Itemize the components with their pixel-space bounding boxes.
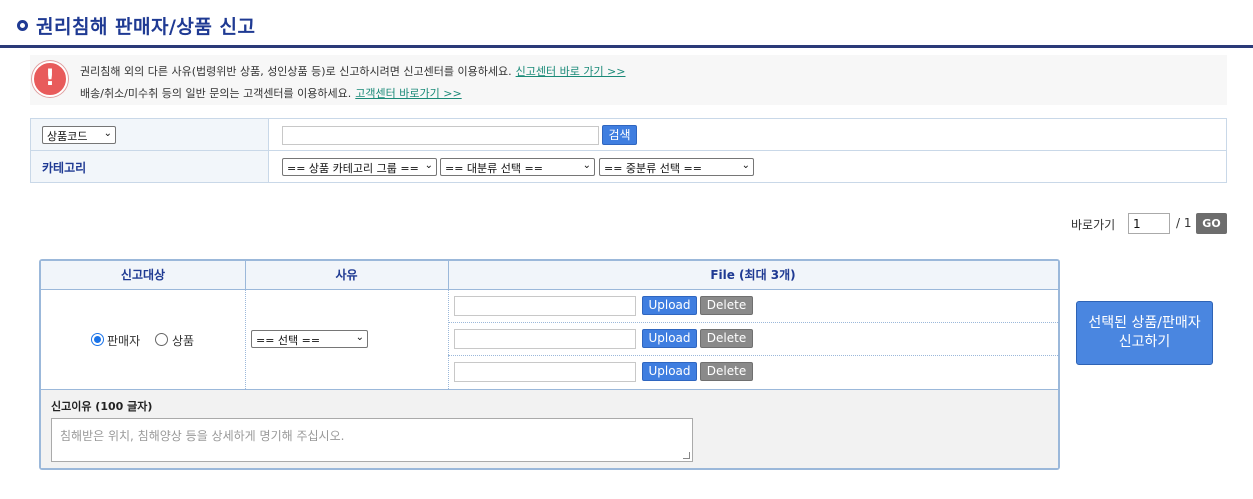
title-bar: 권리침해 판매자/상품 신고 [0, 0, 1253, 48]
file-input-3[interactable] [454, 362, 636, 382]
chevron-down-icon: ⌄ [355, 332, 364, 343]
divider [448, 290, 449, 389]
customer-center-link[interactable]: 고객센터 바로가기 >> [355, 87, 461, 100]
report-header: 신고대상 사유 File (최대 3개) [41, 261, 1058, 290]
product-code-input[interactable] [282, 126, 599, 145]
product-radio[interactable] [155, 333, 168, 346]
notice-text-1: 권리침해 외의 다른 사유(법령위반 상품, 성인상품 등)로 신고하시려면 신… [80, 65, 512, 78]
major-category-select[interactable]: == 대분류 선택 == ⌄ [440, 158, 595, 176]
report-center-link[interactable]: 신고센터 바로 가기 >> [516, 65, 626, 78]
category-label-cell: 카테고리 [31, 151, 269, 182]
middle-category-value: == 중분류 선택 == [604, 162, 702, 175]
search-row-category: 카테고리 == 상품 카테고리 그룹 == ⌄ == 대분류 선택 == ⌄ == … [31, 151, 1226, 182]
reason-textarea[interactable]: 침해받은 위치, 침해양상 등을 상세하게 명기해 주십시오. [51, 418, 693, 462]
divider [448, 355, 1058, 356]
report-form: 신고대상 사유 File (최대 3개) 판매자 상품 == 선택 == ⌄ Up… [39, 259, 1060, 470]
code-type-select[interactable]: 상품코드 ⌄ [42, 126, 116, 144]
submit-report-button[interactable]: 선택된 상품/판매자 신고하기 [1076, 301, 1213, 365]
notice-line-2: 배송/취소/미수취 등의 일반 문의는 고객센터를 이용하세요. 고객센터 바로가… [80, 85, 462, 101]
seller-radio[interactable] [91, 333, 104, 346]
category-group-value: == 상품 카테고리 그룹 == [287, 162, 419, 175]
notice-box: ! 권리침해 외의 다른 사유(법령위반 상품, 성인상품 등)로 신고하시려면… [30, 55, 1227, 105]
category-label: 카테고리 [42, 161, 87, 175]
chevron-down-icon: ⌄ [741, 160, 750, 171]
upload-button-1[interactable]: Upload [642, 296, 697, 315]
alert-icon: ! [32, 61, 68, 97]
divider [245, 261, 246, 290]
code-type-value: 상품코드 [47, 130, 88, 143]
reason-title: 신고이유 (100 글자) [51, 400, 153, 413]
page-title: 권리침해 판매자/상품 신고 [36, 16, 256, 38]
search-button[interactable]: 검색 [602, 125, 637, 145]
submit-label-line-2: 신고하기 [1118, 334, 1171, 350]
notice-text-2: 배송/취소/미수취 등의 일반 문의는 고객센터를 이용하세요. [80, 87, 352, 100]
go-button[interactable]: GO [1196, 213, 1227, 234]
bullet-icon [17, 20, 28, 31]
delete-button-2[interactable]: Delete [700, 329, 753, 348]
col-file-header: File (최대 3개) [710, 268, 796, 282]
middle-category-select[interactable]: == 중분류 선택 == ⌄ [599, 158, 754, 176]
divider [448, 322, 1058, 323]
submit-label-line-1: 선택된 상품/판매자 [1088, 315, 1201, 331]
notice-line-1: 권리침해 외의 다른 사유(법령위반 상품, 성인상품 등)로 신고하시려면 신… [80, 63, 626, 79]
divider [448, 261, 449, 290]
search-label-cell: 상품코드 ⌄ [31, 119, 269, 150]
reason-section: 신고이유 (100 글자) 침해받은 위치, 침해양상 등을 상세하게 명기해 … [41, 389, 1058, 468]
goto-label: 바로가기 [1071, 218, 1116, 232]
chevron-down-icon: ⌄ [103, 128, 112, 139]
seller-radio-label: 판매자 [107, 334, 141, 348]
upload-button-3[interactable]: Upload [642, 362, 697, 381]
delete-button-1[interactable]: Delete [700, 296, 753, 315]
chevron-down-icon: ⌄ [424, 160, 433, 171]
major-category-value: == 대분류 선택 == [445, 162, 543, 175]
delete-button-3[interactable]: Delete [700, 362, 753, 381]
reason-select[interactable]: == 선택 == ⌄ [251, 330, 368, 348]
col-target-header: 신고대상 [120, 268, 166, 282]
product-radio-label: 상품 [172, 334, 195, 348]
search-table: 상품코드 ⌄ 검색 카테고리 == 상품 카테고리 그룹 == ⌄ == 대분류 선… [30, 118, 1227, 183]
chevron-down-icon: ⌄ [582, 160, 591, 171]
file-input-1[interactable] [454, 296, 636, 316]
col-reason-header: 사유 [335, 268, 358, 282]
resize-handle-icon[interactable] [683, 452, 690, 459]
page-total: / 1 [1176, 216, 1192, 230]
category-group-select[interactable]: == 상품 카테고리 그룹 == ⌄ [282, 158, 437, 176]
reason-select-value: == 선택 == [256, 334, 321, 347]
upload-button-2[interactable]: Upload [642, 329, 697, 348]
file-input-2[interactable] [454, 329, 636, 349]
search-row-code: 상품코드 ⌄ 검색 [31, 119, 1226, 151]
reason-placeholder: 침해받은 위치, 침해양상 등을 상세하게 명기해 주십시오. [60, 429, 345, 443]
page-input[interactable]: 1 [1128, 213, 1170, 234]
divider [245, 290, 246, 389]
